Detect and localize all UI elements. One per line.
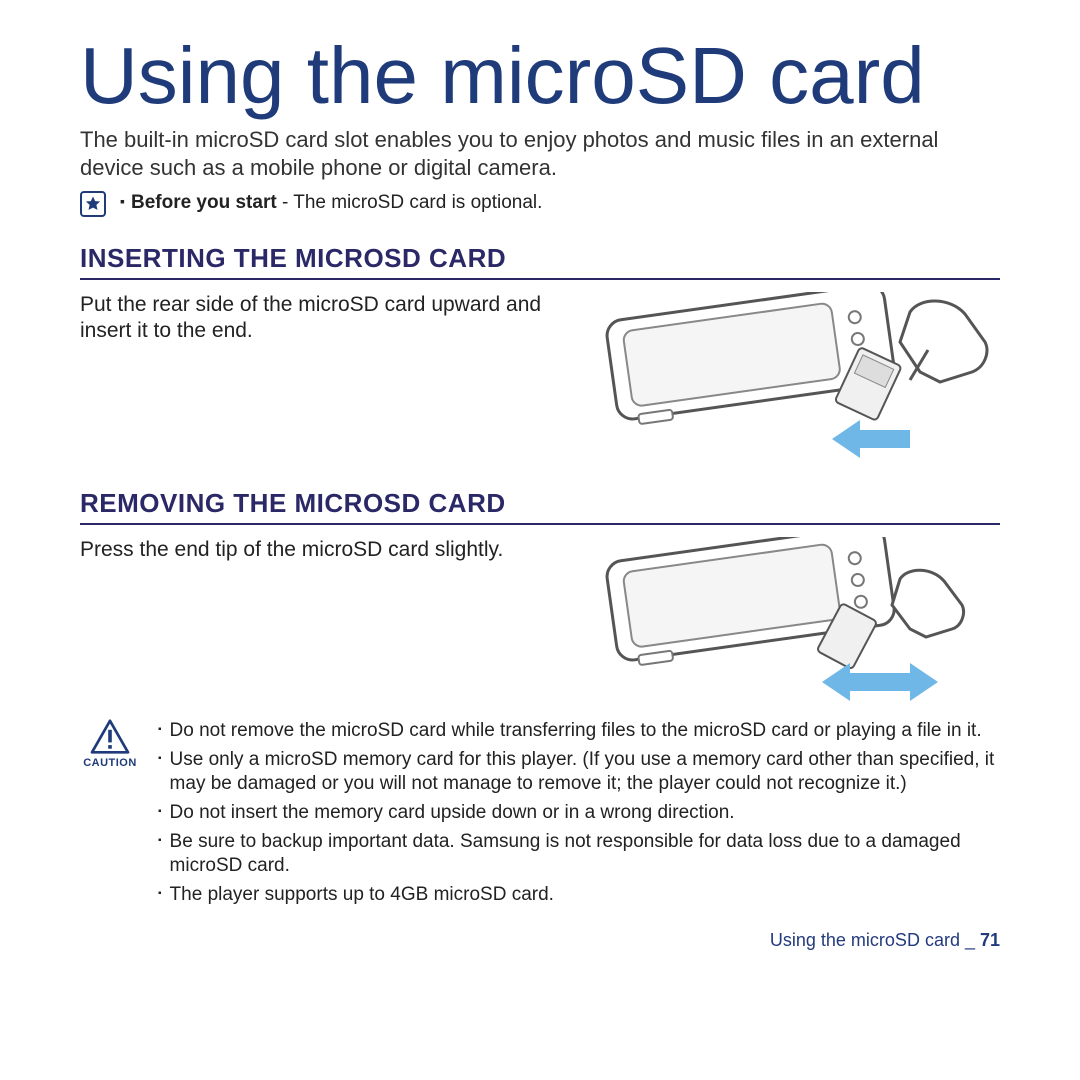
insert-text: Put the rear side of the microSD card up…	[80, 292, 550, 345]
star-icon	[80, 191, 106, 217]
intro-text: The built-in microSD card slot enables y…	[80, 126, 1000, 181]
document-page: Using the microSD card The built-in micr…	[0, 0, 1080, 971]
caution-item-text: Do not remove the microSD card while tra…	[170, 719, 982, 744]
caution-item: ▪Do not insert the memory card upside do…	[158, 801, 1000, 826]
caution-item-text: Be sure to backup important data. Samsun…	[170, 830, 1000, 879]
arrow-insert-icon	[832, 420, 910, 458]
remove-text: Press the end tip of the microSD card sl…	[80, 537, 550, 563]
caution-label: CAUTION	[83, 757, 137, 769]
heading-remove: REMOVING THE MICROSD CARD	[80, 488, 1000, 525]
caution-item: ▪The player supports up to 4GB microSD c…	[158, 883, 1000, 908]
illustration-remove-card	[580, 537, 1000, 707]
caution-item: ▪Be sure to backup important data. Samsu…	[158, 830, 1000, 879]
section-remove: Press the end tip of the microSD card sl…	[80, 537, 1000, 707]
caution-block: CAUTION ▪Do not remove the microSD card …	[80, 719, 1000, 912]
heading-insert: INSERTING THE MICROSD CARD	[80, 243, 1000, 280]
section-insert: Put the rear side of the microSD card up…	[80, 292, 1000, 462]
arrow-remove-icon	[822, 663, 938, 701]
page-title: Using the microSD card	[80, 30, 1000, 122]
note-rest: - The microSD card is optional.	[277, 192, 543, 213]
caution-item-text: Do not insert the memory card upside dow…	[170, 801, 735, 826]
note-row: ▪Before you start - The microSD card is …	[80, 191, 1000, 217]
page-number: 71	[980, 930, 1000, 950]
caution-icon-col: CAUTION	[80, 719, 140, 769]
caution-item: ▪Do not remove the microSD card while tr…	[158, 719, 1000, 744]
caution-item-text: The player supports up to 4GB microSD ca…	[170, 883, 554, 908]
caution-item-text: Use only a microSD memory card for this …	[170, 748, 1000, 797]
caution-list: ▪Do not remove the microSD card while tr…	[158, 719, 1000, 912]
footer: Using the microSD card _ 71	[80, 930, 1000, 951]
caution-icon	[90, 719, 130, 755]
hand-icon	[892, 570, 964, 637]
caution-item: ▪Use only a microSD memory card for this…	[158, 748, 1000, 797]
note-text: ▪Before you start - The microSD card is …	[120, 191, 542, 216]
illustration-insert-card	[580, 292, 1000, 462]
note-bold: Before you start	[131, 192, 277, 213]
hand-icon	[900, 301, 987, 382]
footer-label: Using the microSD card _	[770, 930, 980, 950]
